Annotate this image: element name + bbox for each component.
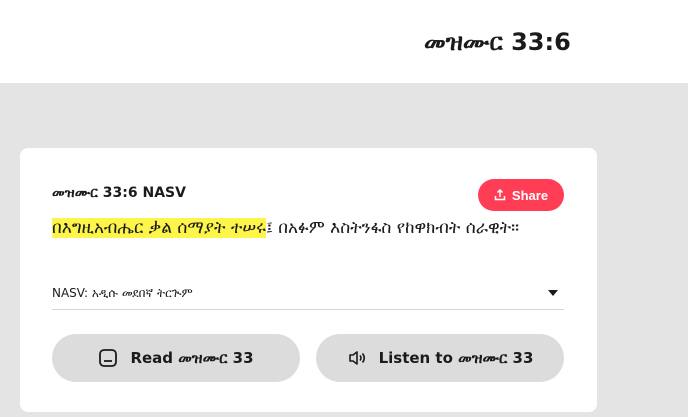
top-bar: መዝሙር 33:6 bbox=[0, 0, 688, 83]
read-chapter-button[interactable]: Read መዝሙር 33 bbox=[52, 334, 300, 382]
version-label: NASV: አዲሱ መደበኛ ትርጒም bbox=[52, 286, 193, 300]
verse-highlight[interactable]: በእግዚአብሔር ቃል ሰማያት ተሠሩ bbox=[52, 218, 266, 238]
version-dropdown[interactable]: NASV: አዲሱ መደበኛ ትርጒም bbox=[52, 278, 564, 310]
book-icon bbox=[98, 348, 118, 368]
verse-remainder[interactable]: ፤ በአፉም እስትንፋስ የከዋክብት ሰራዊት። bbox=[266, 218, 519, 238]
share-button[interactable]: Share bbox=[478, 179, 564, 211]
share-label: Share bbox=[511, 187, 549, 203]
verse-text[interactable]: በእግዚአብሔር ቃል ሰማያት ተሠሩ፤ በአፉም እስትንፋስ የከዋክብት… bbox=[52, 217, 522, 240]
read-label: Read መዝሙር 33 bbox=[130, 349, 254, 367]
verse-card: መዝሙር 33:6 NASV Share በእግዚአብሔር ቃል ሰማያት ተሠ… bbox=[20, 148, 597, 412]
speaker-icon bbox=[347, 348, 367, 368]
verse-reference: መዝሙር 33:6 NASV bbox=[52, 185, 186, 201]
listen-chapter-button[interactable]: Listen to መዝሙር 33 bbox=[316, 334, 564, 382]
listen-label: Listen to መዝሙር 33 bbox=[378, 349, 534, 367]
page-title: መዝሙር 33:6 bbox=[424, 28, 571, 56]
caret-down-icon bbox=[548, 290, 558, 296]
share-icon bbox=[494, 189, 506, 201]
